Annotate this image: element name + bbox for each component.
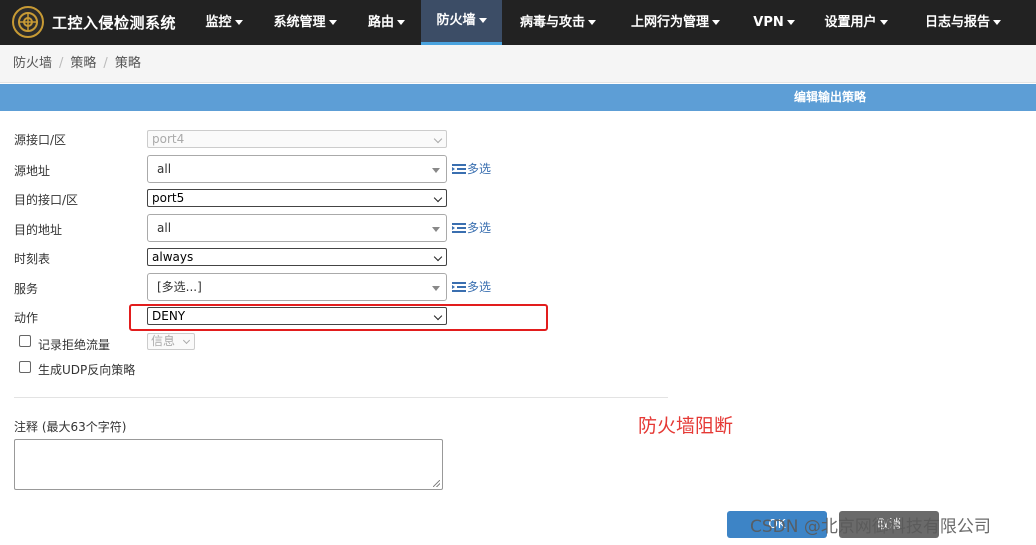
nav-item-routing[interactable]: 路由 xyxy=(355,0,418,45)
brand[interactable]: 工控入侵检测系统 xyxy=(12,6,176,38)
breadcrumb-item-policy[interactable]: 策略 xyxy=(70,56,96,71)
action-highlight-box xyxy=(129,304,548,331)
src-iface-select: port4 xyxy=(147,130,447,148)
src-addr-select[interactable]: all xyxy=(147,155,447,183)
caret-down-icon xyxy=(432,227,440,232)
caret-down-icon xyxy=(712,20,720,25)
list-indent-icon xyxy=(452,163,466,174)
nav-item-label: 日志与报告 xyxy=(924,15,990,30)
comment-label: 注释 (最大63个字符) xyxy=(14,420,127,434)
app-title: 工控入侵检测系统 xyxy=(52,13,177,32)
dst-addr-select[interactable]: all xyxy=(147,214,447,242)
breadcrumb-item-current: 策略 xyxy=(114,56,141,71)
log-denied-label: 记录拒绝流量 xyxy=(38,338,111,352)
src-iface-value: port4 xyxy=(152,132,185,146)
udp-reverse-checkbox[interactable] xyxy=(19,361,31,373)
nav-item-label: 病毒与攻击 xyxy=(519,15,585,30)
chevron-down-icon xyxy=(433,193,443,203)
nav-item-virus-attack[interactable]: 病毒与攻击 xyxy=(506,0,610,45)
dst-iface-select[interactable]: port5 xyxy=(147,189,447,207)
caret-down-icon xyxy=(432,168,440,173)
log-level-value: 信息 xyxy=(151,334,176,348)
action-label: 动作 xyxy=(14,311,39,325)
src-addr-multi-link[interactable]: 多选 xyxy=(452,160,491,177)
udp-reverse-label: 生成UDP反向策略 xyxy=(38,363,136,377)
nav-item-vpn[interactable]: VPN xyxy=(744,0,804,45)
app-logo-icon xyxy=(12,6,44,38)
caret-down-icon xyxy=(432,286,440,291)
service-select[interactable]: [多选...] xyxy=(147,273,447,301)
resize-grip-icon[interactable] xyxy=(433,480,440,487)
breadcrumb-item-firewall[interactable]: 防火墙 xyxy=(13,56,52,71)
caret-down-icon xyxy=(234,20,243,25)
nav-item-label: 设置用户 xyxy=(824,15,877,30)
dst-iface-value: port5 xyxy=(152,191,185,205)
nav-item-firewall[interactable]: 防火墙 xyxy=(421,0,502,45)
src-addr-multi-label: 多选 xyxy=(467,162,492,176)
src-iface-label: 源接口/区 xyxy=(14,133,67,147)
dst-addr-multi-link[interactable]: 多选 xyxy=(452,219,491,236)
list-indent-icon xyxy=(452,281,466,292)
nav-item-monitor[interactable]: 监控 xyxy=(193,0,255,45)
section-title: 编辑输出策略 xyxy=(794,90,867,104)
nav-item-web-behavior[interactable]: 上网行为管理 xyxy=(618,0,733,45)
annotation-text: 防火墙阻断 xyxy=(638,415,734,437)
service-label: 服务 xyxy=(14,282,39,296)
chevron-down-icon xyxy=(433,252,443,262)
nav-item-label: 路由 xyxy=(367,15,394,30)
chevron-down-icon xyxy=(433,134,443,144)
src-addr-label: 源地址 xyxy=(14,164,51,178)
nav-item-system[interactable]: 系统管理 xyxy=(260,0,350,45)
dst-addr-value: all xyxy=(157,221,172,235)
service-multi-label: 多选 xyxy=(467,280,492,294)
caret-down-icon xyxy=(478,18,487,23)
breadcrumb: 防火墙 / 策略 / 策略 xyxy=(0,45,1036,83)
caret-down-icon xyxy=(328,20,337,25)
top-navbar: 工控入侵检测系统 监控 系统管理 路由 防火墙 病毒与攻击 上网行为管理 VPN… xyxy=(0,0,1036,45)
service-value: [多选...] xyxy=(157,280,202,294)
caret-down-icon xyxy=(786,20,795,25)
section-header: 编辑输出策略 xyxy=(0,84,1036,111)
src-addr-value: all xyxy=(157,162,172,176)
dst-iface-label: 目的接口/区 xyxy=(14,193,79,207)
nav-item-label: VPN xyxy=(753,15,784,30)
nav-item-label: 系统管理 xyxy=(273,15,326,30)
comment-textarea[interactable] xyxy=(14,439,443,490)
watermark: CSDN @北京网御科技有限公司 xyxy=(750,517,991,537)
caret-down-icon xyxy=(879,20,888,25)
nav-item-logs-reports[interactable]: 日志与报告 xyxy=(910,0,1016,45)
caret-down-icon xyxy=(993,20,1001,25)
nav-item-label: 监控 xyxy=(205,15,232,30)
nav-item-label: 防火墙 xyxy=(436,13,476,28)
breadcrumb-separator: / xyxy=(59,56,64,71)
schedule-value: always xyxy=(152,250,194,264)
log-denied-checkbox[interactable] xyxy=(19,335,31,347)
caret-down-icon xyxy=(588,20,596,25)
dst-addr-label: 目的地址 xyxy=(14,223,63,237)
schedule-select[interactable]: always xyxy=(147,248,447,266)
dst-addr-multi-label: 多选 xyxy=(467,221,492,235)
breadcrumb-separator: / xyxy=(103,56,108,71)
nav-item-label: 上网行为管理 xyxy=(630,15,709,30)
divider xyxy=(14,397,668,398)
schedule-label: 时刻表 xyxy=(14,252,51,266)
nav-item-users[interactable]: 设置用户 xyxy=(812,0,900,45)
chevron-down-icon xyxy=(182,336,191,345)
list-indent-icon xyxy=(452,222,466,233)
caret-down-icon xyxy=(397,20,405,25)
service-multi-link[interactable]: 多选 xyxy=(452,278,491,295)
log-level-select: 信息 xyxy=(147,333,195,350)
